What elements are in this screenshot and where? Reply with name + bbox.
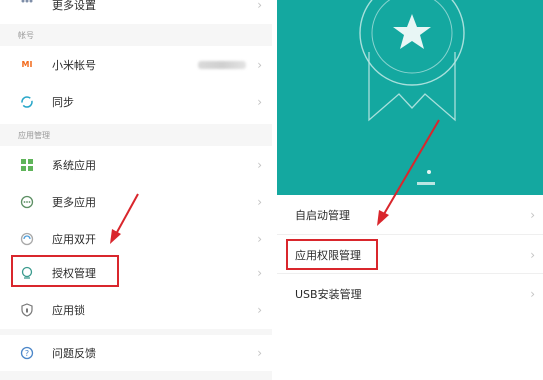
permissions-highlight-box bbox=[11, 255, 119, 287]
star-badge-icon bbox=[359, 0, 465, 185]
chevron-right-icon: › bbox=[257, 345, 262, 360]
more-apps-label: 更多应用 bbox=[52, 195, 96, 209]
autostart-row[interactable]: 自启动管理 › bbox=[277, 195, 543, 234]
more-apps-icon bbox=[20, 195, 34, 209]
system-apps-row[interactable]: 系统应用 › bbox=[0, 146, 272, 183]
chevron-right-icon: › bbox=[257, 265, 262, 280]
section-account: 帐号 bbox=[0, 24, 272, 46]
dual-apps-row[interactable]: 应用双开 › bbox=[0, 220, 272, 257]
usb-install-label: USB安装管理 bbox=[295, 287, 362, 301]
more-apps-row[interactable]: 更多应用 › bbox=[0, 183, 272, 220]
chevron-right-icon: › bbox=[257, 157, 262, 172]
feedback-label: 问题反馈 bbox=[52, 346, 96, 360]
chevron-right-icon: › bbox=[257, 0, 262, 12]
lock-icon bbox=[20, 302, 34, 317]
system-apps-label: 系统应用 bbox=[52, 158, 96, 172]
svg-text:?: ? bbox=[25, 349, 29, 358]
grid-icon bbox=[20, 0, 34, 12]
dual-apps-label: 应用双开 bbox=[52, 232, 96, 246]
section-account-label: 帐号 bbox=[18, 30, 34, 40]
feedback-row[interactable]: ? 问题反馈 › bbox=[0, 334, 272, 371]
dual-apps-icon bbox=[20, 232, 34, 246]
chevron-right-icon: › bbox=[257, 57, 262, 72]
sync-label: 同步 bbox=[52, 95, 74, 109]
chevron-right-icon: › bbox=[257, 194, 262, 209]
account-id-blurred bbox=[198, 61, 246, 69]
more-settings-row[interactable]: 更多设置 › bbox=[0, 0, 272, 23]
chevron-right-icon: › bbox=[530, 247, 535, 262]
mi-account-row[interactable]: MI 小米帐号 › bbox=[0, 46, 272, 83]
autostart-label: 自启动管理 bbox=[295, 208, 350, 222]
app-lock-label: 应用锁 bbox=[52, 303, 85, 317]
chevron-right-icon: › bbox=[530, 207, 535, 222]
help-icon: ? bbox=[20, 346, 34, 360]
section-apps-label: 应用管理 bbox=[18, 130, 50, 140]
sync-row[interactable]: 同步 › bbox=[0, 83, 272, 120]
mi-account-label: 小米帐号 bbox=[52, 58, 96, 72]
section-apps: 应用管理 bbox=[0, 124, 272, 146]
app-permissions-highlight-box bbox=[286, 239, 378, 270]
chevron-right-icon: › bbox=[257, 231, 262, 246]
mi-logo: MI bbox=[21, 60, 33, 69]
chevron-right-icon: › bbox=[257, 94, 262, 109]
app-lock-row[interactable]: 应用锁 › bbox=[0, 291, 272, 328]
bottom-spacer bbox=[0, 371, 272, 380]
usb-install-row[interactable]: USB安装管理 › bbox=[277, 274, 543, 313]
hero-banner bbox=[277, 0, 543, 195]
more-settings-label: 更多设置 bbox=[52, 0, 96, 12]
app-management-panel: 自启动管理 › 应用权限管理 › USB安装管理 › bbox=[277, 0, 543, 380]
chevron-right-icon: › bbox=[530, 286, 535, 301]
sync-icon bbox=[20, 95, 34, 109]
system-apps-icon bbox=[20, 158, 34, 172]
security-settings-panel: 更多设置 › 帐号 MI 小米帐号 › 同步 › 应用管理 系统应用 › 更多应… bbox=[0, 0, 272, 380]
chevron-right-icon: › bbox=[257, 302, 262, 317]
